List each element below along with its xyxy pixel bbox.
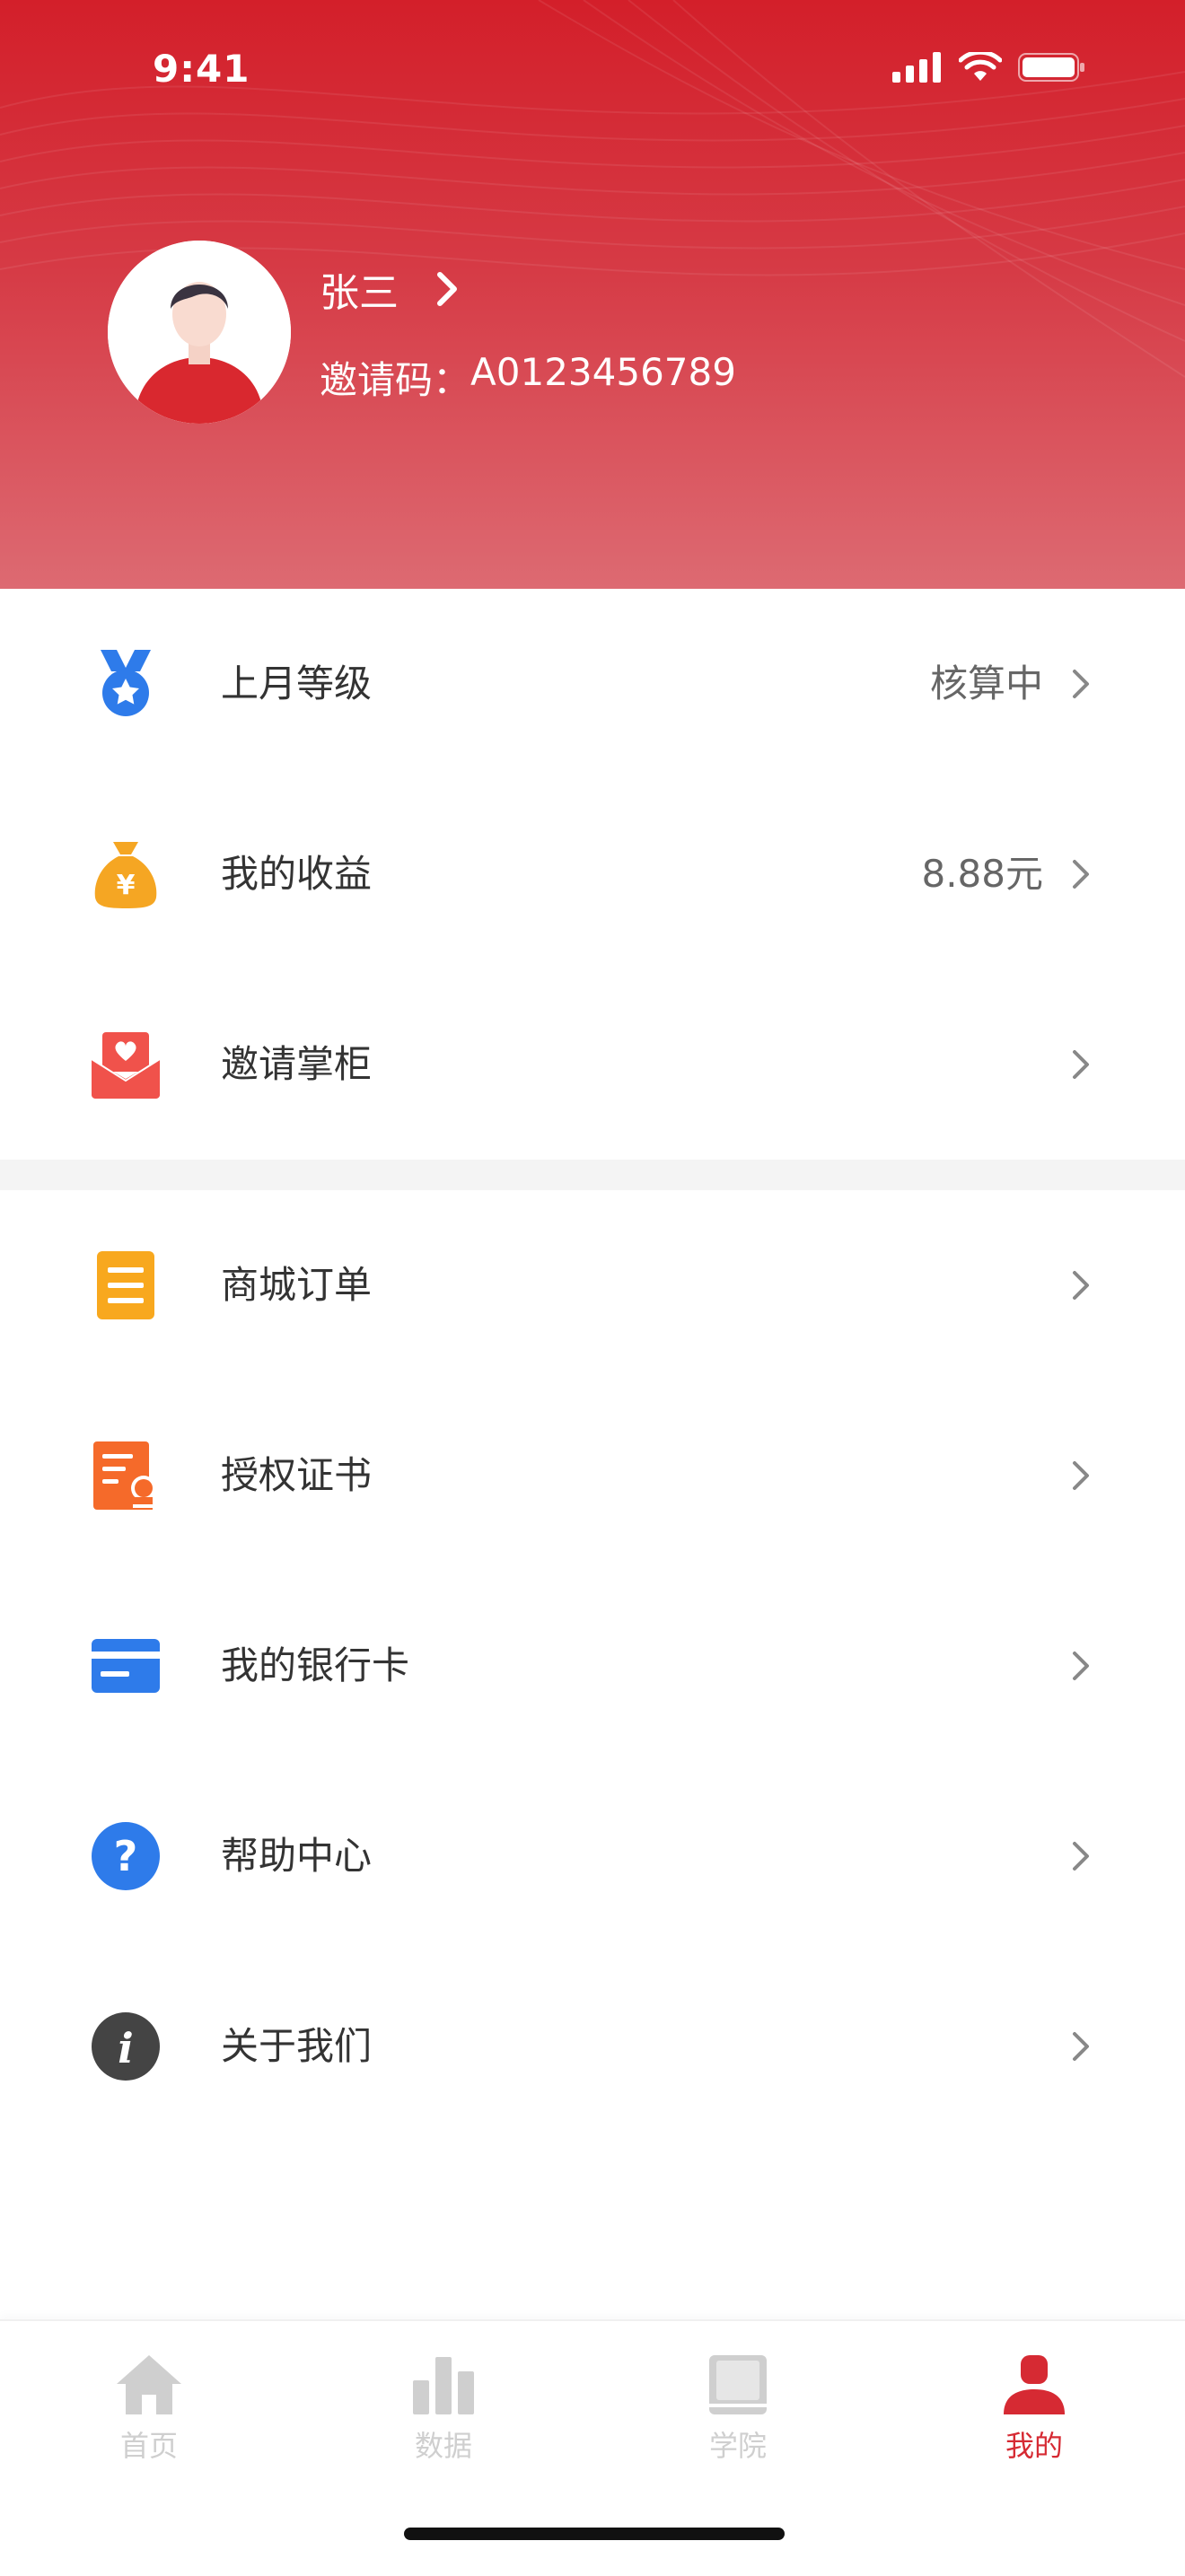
status-bar: 9:41 [0, 0, 1185, 144]
chevron-right-icon [437, 272, 457, 306]
bar-chart-icon [413, 2357, 474, 2414]
menu-group-2: 商城订单 授权证书 我的银行卡 ? 帮助中心 i 关于我们 [0, 1190, 1185, 2319]
menu-item-label: 帮助中心 [221, 1834, 373, 1878]
chevron-right-icon [1073, 860, 1089, 889]
certificate-icon [93, 1441, 156, 1510]
battery-icon [1018, 53, 1084, 82]
bank-card-icon [92, 1639, 160, 1693]
status-time: 9:41 [153, 47, 250, 91]
menu-group-1: 上月等级 核算中 ¥ 我的收益 8.88元 邀请掌柜 [0, 589, 1185, 1160]
menu-item-label: 邀请掌柜 [221, 1042, 373, 1086]
menu-item-label: 我的收益 [221, 852, 373, 896]
help-question-icon: ? [92, 1822, 160, 1890]
wifi-icon [959, 52, 1002, 81]
avatar[interactable] [108, 241, 291, 424]
chevron-right-icon [1073, 1461, 1089, 1490]
user-name: 张三 [320, 270, 399, 316]
tab-label: 我的 [1005, 2429, 1063, 2463]
tab-academy[interactable]: 学院 [648, 2353, 828, 2488]
tab-home[interactable]: 首页 [59, 2353, 239, 2488]
info-icon: i [92, 2012, 160, 2081]
menu-item-my-bank-card[interactable]: 我的银行卡 [0, 1571, 1185, 1761]
menu-item-value: 核算中 [929, 662, 1043, 705]
tab-mine[interactable]: 我的 [944, 2353, 1124, 2488]
chevron-right-icon [1073, 1050, 1089, 1079]
menu-item-my-earnings[interactable]: ¥ 我的收益 8.88元 [0, 779, 1185, 969]
invite-code-row: 邀请码： A0123456789 [320, 350, 736, 405]
order-list-icon [97, 1251, 154, 1319]
menu-item-invite-shopkeeper[interactable]: 邀请掌柜 [0, 969, 1185, 1160]
invite-code-value: A0123456789 [470, 350, 736, 394]
home-indicator [404, 2528, 785, 2540]
money-bag-icon: ¥ [94, 842, 157, 908]
book-icon [709, 2355, 767, 2414]
chevron-right-icon [1073, 1842, 1089, 1871]
menu-item-label: 上月等级 [221, 662, 373, 705]
chevron-right-icon [1073, 2032, 1089, 2061]
chevron-right-icon [1073, 1652, 1089, 1680]
home-icon [117, 2355, 181, 2414]
person-icon [1004, 2355, 1065, 2414]
menu-item-label: 授权证书 [221, 1453, 373, 1497]
user-name-row[interactable]: 张三 [320, 260, 461, 318]
menu-item-value: 8.88元 [921, 852, 1043, 896]
menu-item-authorization-certificate[interactable]: 授权证书 [0, 1380, 1185, 1571]
tab-label: 首页 [119, 2429, 178, 2463]
invitation-envelope-icon [91, 1032, 161, 1099]
menu-item-label: 我的银行卡 [221, 1643, 410, 1687]
chevron-right-icon [1073, 1271, 1089, 1300]
menu-item-help-center[interactable]: ? 帮助中心 [0, 1761, 1185, 1951]
tab-label: 学院 [708, 2429, 767, 2463]
svg-text:?: ? [114, 1832, 138, 1880]
menu-item-last-month-level[interactable]: 上月等级 核算中 [0, 589, 1185, 779]
menu-item-label: 关于我们 [221, 2024, 373, 2068]
menu-item-about-us[interactable]: i 关于我们 [0, 1951, 1185, 2142]
cellular-signal-icon [892, 52, 941, 83]
user-avatar-icon [108, 241, 291, 424]
tab-data[interactable]: 数据 [354, 2353, 533, 2488]
section-divider [0, 1160, 1185, 1190]
medal-star-icon [101, 650, 151, 716]
invite-code-label: 邀请码： [320, 358, 471, 402]
tab-label: 数据 [414, 2429, 472, 2463]
chevron-right-icon [1073, 670, 1089, 698]
svg-text:i: i [118, 2024, 133, 2072]
status-icons [892, 52, 1086, 83]
svg-text:¥: ¥ [117, 870, 136, 901]
profile-header: 9:41 张三 邀请码： A0123456789 [0, 0, 1185, 589]
menu-item-label: 商城订单 [221, 1263, 373, 1307]
menu-item-mall-orders[interactable]: 商城订单 [0, 1190, 1185, 1380]
